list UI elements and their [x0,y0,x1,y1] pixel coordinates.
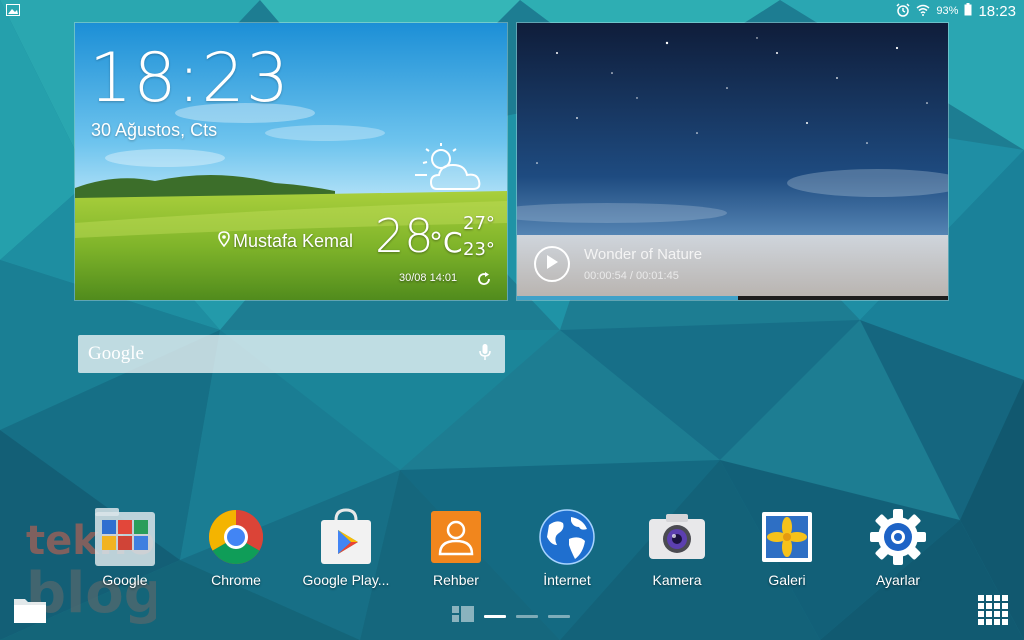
video-progress-bar[interactable] [517,296,948,300]
alarm-icon [896,2,910,20]
app-internet[interactable]: İnternet [512,505,622,595]
page-dot-3[interactable] [548,615,570,618]
app-galeri[interactable]: Galeri [732,505,842,595]
apps-drawer-button[interactable] [977,594,1009,631]
chrome-icon [204,505,268,569]
page-dot-2[interactable] [516,615,538,618]
clock-time: 18:23 [89,39,290,118]
google-folder-icon [93,505,157,569]
app-dock: Google Chrome Google Play... Rehber İnte… [70,505,970,595]
microphone-icon[interactable] [479,343,491,366]
app-label: Kamera [652,572,702,588]
temperature-unit: °C [429,226,463,259]
weather-updated-time: 30/08 14:01 [399,272,458,284]
google-logo: Google [88,343,144,364]
screenshot-notification-icon [6,3,20,19]
page-indicator [452,606,570,627]
app-chrome[interactable]: Chrome [181,505,291,595]
video-player-widget[interactable]: Wonder of Nature 00:00:54 / 00:01:45 [516,22,949,301]
app-label: Ayarlar [875,572,921,588]
gallery-icon [755,505,819,569]
wifi-icon [916,4,930,19]
status-right: 93% 18:23 [896,3,1016,20]
clock-date: 30 Ağustos, Cts [91,120,218,140]
app-label: İnternet [543,572,591,588]
refresh-icon[interactable] [476,271,492,292]
status-bar: 93% 18:23 [0,0,1024,22]
video-title: Wonder of Nature [584,246,703,263]
battery-percent: 93% [936,5,959,17]
play-icon [546,254,558,274]
play-button[interactable] [534,246,570,282]
temperature-high: 27° [463,213,495,234]
google-search-bar[interactable]: Google [78,335,505,373]
video-thumbnail [517,23,948,300]
globe-icon [535,505,599,569]
page-dot-1[interactable] [484,615,506,618]
settings-gear-icon [866,505,930,569]
temperature-low: 23° [463,239,495,260]
folder-button[interactable] [13,594,47,629]
play-store-icon [314,505,378,569]
location-name: Mustafa Kemal [233,231,354,251]
app-label: Chrome [211,572,261,588]
status-time: 18:23 [978,2,1016,20]
location-pin-icon [218,231,230,252]
video-progress-fill [517,296,738,300]
app-label: Rehber [433,572,479,588]
app-google-play[interactable]: Google Play... [291,505,401,595]
apps-grid-icon [977,595,1009,630]
home-screen-overview-icon[interactable] [452,606,474,627]
current-temperature: 28 [375,209,434,263]
app-rehber[interactable]: Rehber [401,505,511,595]
weather-location: Mustafa Kemal [218,231,353,252]
folder-icon [13,599,47,628]
app-google[interactable]: Google [70,505,180,595]
app-ayarlar[interactable]: Ayarlar [843,505,953,595]
battery-icon [964,3,972,19]
camera-icon [645,505,709,569]
partly-cloudy-icon [413,141,493,200]
app-label: Galeri [768,572,806,588]
app-label: Google Play... [302,572,390,588]
video-time: 00:00:54 / 00:01:45 [584,270,679,282]
clock-weather-widget[interactable]: 18:23 30 Ağustos, Cts Mustafa Kemal 28 °… [74,22,508,301]
app-kamera[interactable]: Kamera [622,505,732,595]
app-label: Google [102,572,148,588]
contacts-icon [424,505,488,569]
